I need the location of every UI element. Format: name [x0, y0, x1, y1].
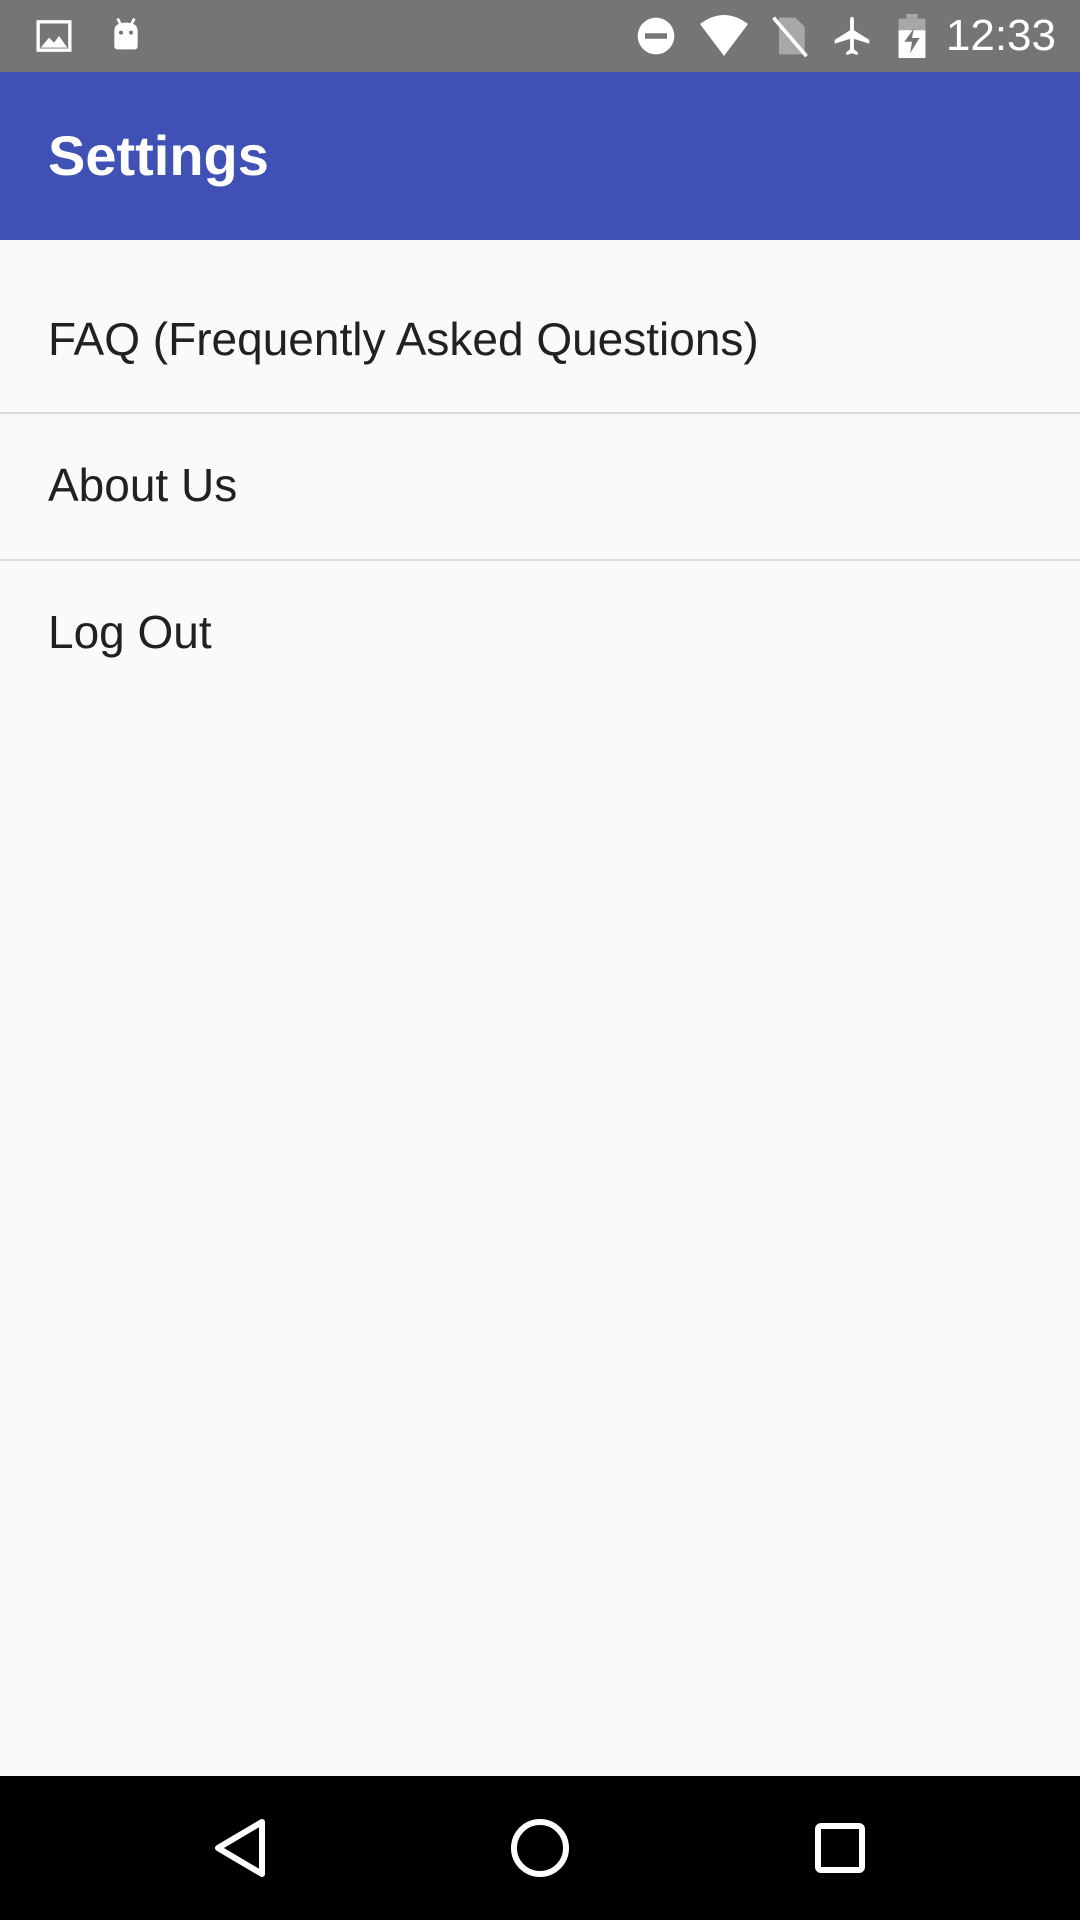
- airplane-mode-icon: [828, 12, 876, 60]
- back-icon[interactable]: [200, 1808, 280, 1888]
- home-icon[interactable]: [500, 1808, 580, 1888]
- list-item-label: About Us: [48, 459, 238, 511]
- wifi-icon: [700, 12, 748, 60]
- status-bar: 12:33: [0, 0, 1080, 72]
- list-item-label: FAQ (Frequently Asked Questions): [48, 313, 759, 365]
- list-item-about-us[interactable]: About Us: [0, 414, 1080, 561]
- settings-list: FAQ (Frequently Asked Questions) About U…: [0, 240, 1080, 706]
- navigation-bar: [0, 1776, 1080, 1920]
- list-item-log-out[interactable]: Log Out: [0, 561, 1080, 706]
- do-not-disturb-icon: [632, 12, 680, 60]
- list-item-label: Log Out: [48, 606, 212, 658]
- status-time: 12:33: [945, 11, 1056, 60]
- battery-charging-icon: [888, 12, 936, 60]
- screen: 12:33 Settings FAQ (Frequently Asked Que…: [0, 0, 1080, 1920]
- android-icon: [102, 12, 150, 60]
- page-title: Settings: [48, 124, 269, 187]
- app-bar: Settings: [0, 72, 1080, 240]
- recents-icon[interactable]: [800, 1808, 880, 1888]
- no-sim-icon: [766, 12, 814, 60]
- list-item-faq[interactable]: FAQ (Frequently Asked Questions): [0, 240, 1080, 414]
- image-icon: [30, 12, 78, 60]
